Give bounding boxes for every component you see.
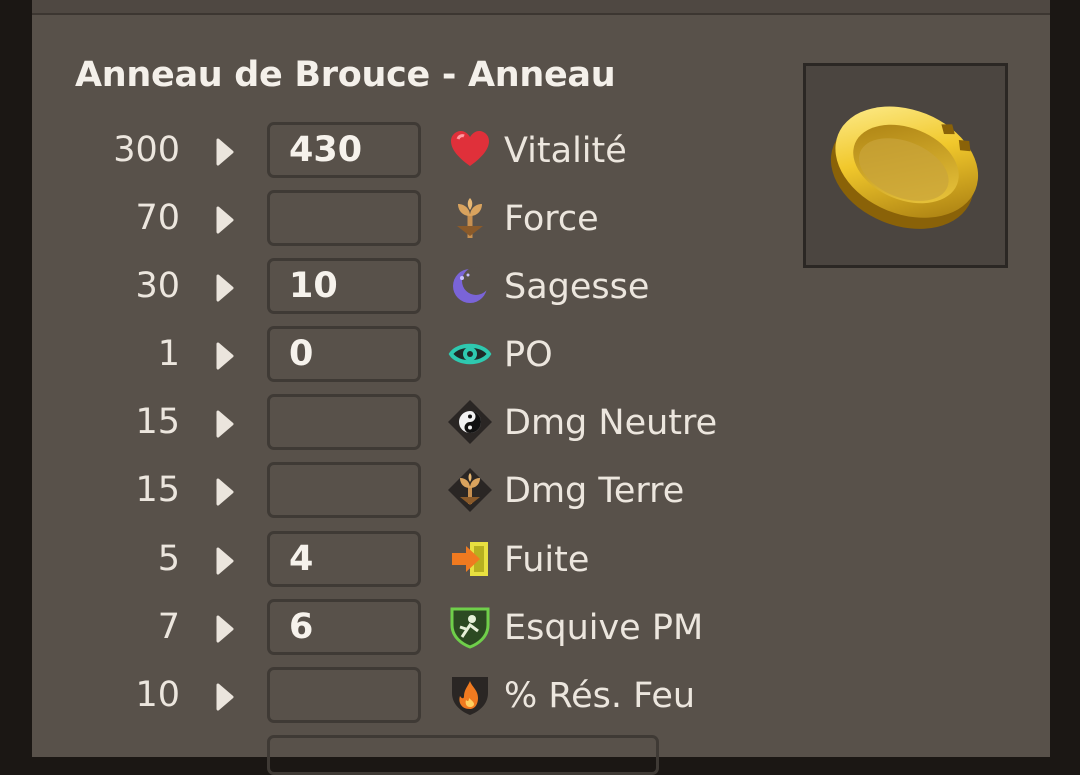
stat-input-vitalite[interactable]: 430 <box>267 122 421 178</box>
stat-input-dmg-neutre[interactable] <box>267 394 421 450</box>
stat-input-fuite[interactable]: 4 <box>267 531 421 587</box>
stat-label: Vitalité <box>504 131 627 171</box>
yin-yang-icon <box>448 400 492 444</box>
stat-label: PO <box>504 335 553 375</box>
play-arrow-icon[interactable] <box>216 683 234 711</box>
stat-input-po[interactable]: 0 <box>267 326 421 382</box>
play-arrow-icon[interactable] <box>216 206 234 234</box>
stat-row-po: 1 0 PO <box>32 324 1050 388</box>
stat-label: Fuite <box>504 540 590 580</box>
stat-row-sagesse: 30 10 Sagesse <box>32 256 1050 320</box>
stat-row-esquive-pm: 7 6 Esquive PM <box>32 597 1050 661</box>
stat-label: Esquive PM <box>504 608 704 648</box>
base-value: 15 <box>135 402 180 442</box>
stat-row-force: 70 Force <box>32 188 1050 252</box>
base-value: 5 <box>157 539 180 579</box>
panel-top-bar <box>32 0 1050 15</box>
stat-input-dmg-terre[interactable] <box>267 462 421 518</box>
heart-icon <box>451 131 489 166</box>
stat-input-esquive-pm[interactable]: 6 <box>267 599 421 655</box>
play-arrow-icon[interactable] <box>216 274 234 302</box>
stat-row-dmg-terre: 15 Dmg Terre <box>32 460 1050 524</box>
stat-label: Sagesse <box>504 267 650 307</box>
item-title: Anneau de Brouce - Anneau <box>75 55 616 95</box>
earth-diamond-icon <box>448 468 492 512</box>
play-arrow-icon[interactable] <box>216 547 234 575</box>
play-arrow-icon[interactable] <box>216 615 234 643</box>
earth-sprout-icon <box>457 198 483 238</box>
eye-icon <box>448 343 492 365</box>
stat-row-dmg-neutre: 15 Dmg Neutre <box>32 392 1050 456</box>
stat-label: Dmg Neutre <box>504 403 718 443</box>
base-value: 70 <box>135 198 180 238</box>
stat-label: % Rés. Feu <box>504 676 696 716</box>
base-value: 30 <box>135 266 180 306</box>
stat-row-res-feu: 10 % Rés. Feu <box>32 665 1050 729</box>
stat-row-fuite: 5 4 Fuite <box>32 529 1050 593</box>
base-value: 7 <box>157 607 180 647</box>
stat-input-sagesse[interactable]: 10 <box>267 258 421 314</box>
additional-input-field[interactable] <box>267 735 659 775</box>
stat-label: Dmg Terre <box>504 471 685 511</box>
stat-input-force[interactable] <box>267 190 421 246</box>
base-value: 10 <box>135 675 180 715</box>
play-arrow-icon[interactable] <box>216 410 234 438</box>
base-value: 300 <box>113 130 180 170</box>
base-value: 15 <box>135 470 180 510</box>
base-value: 1 <box>157 334 180 374</box>
item-panel: Anneau de Brouce - Anneau 300 430 Vitali… <box>32 0 1050 775</box>
fire-shield-icon <box>452 677 488 715</box>
play-arrow-icon[interactable] <box>216 478 234 506</box>
stat-label: Force <box>504 199 599 239</box>
stat-row-vitalite: 300 430 Vitalité <box>32 120 1050 184</box>
stat-input-res-feu[interactable] <box>267 667 421 723</box>
moon-icon <box>453 267 490 303</box>
play-arrow-icon[interactable] <box>216 138 234 166</box>
dodge-shield-icon <box>450 607 490 649</box>
exit-arrow-icon <box>452 542 488 576</box>
play-arrow-icon[interactable] <box>216 342 234 370</box>
